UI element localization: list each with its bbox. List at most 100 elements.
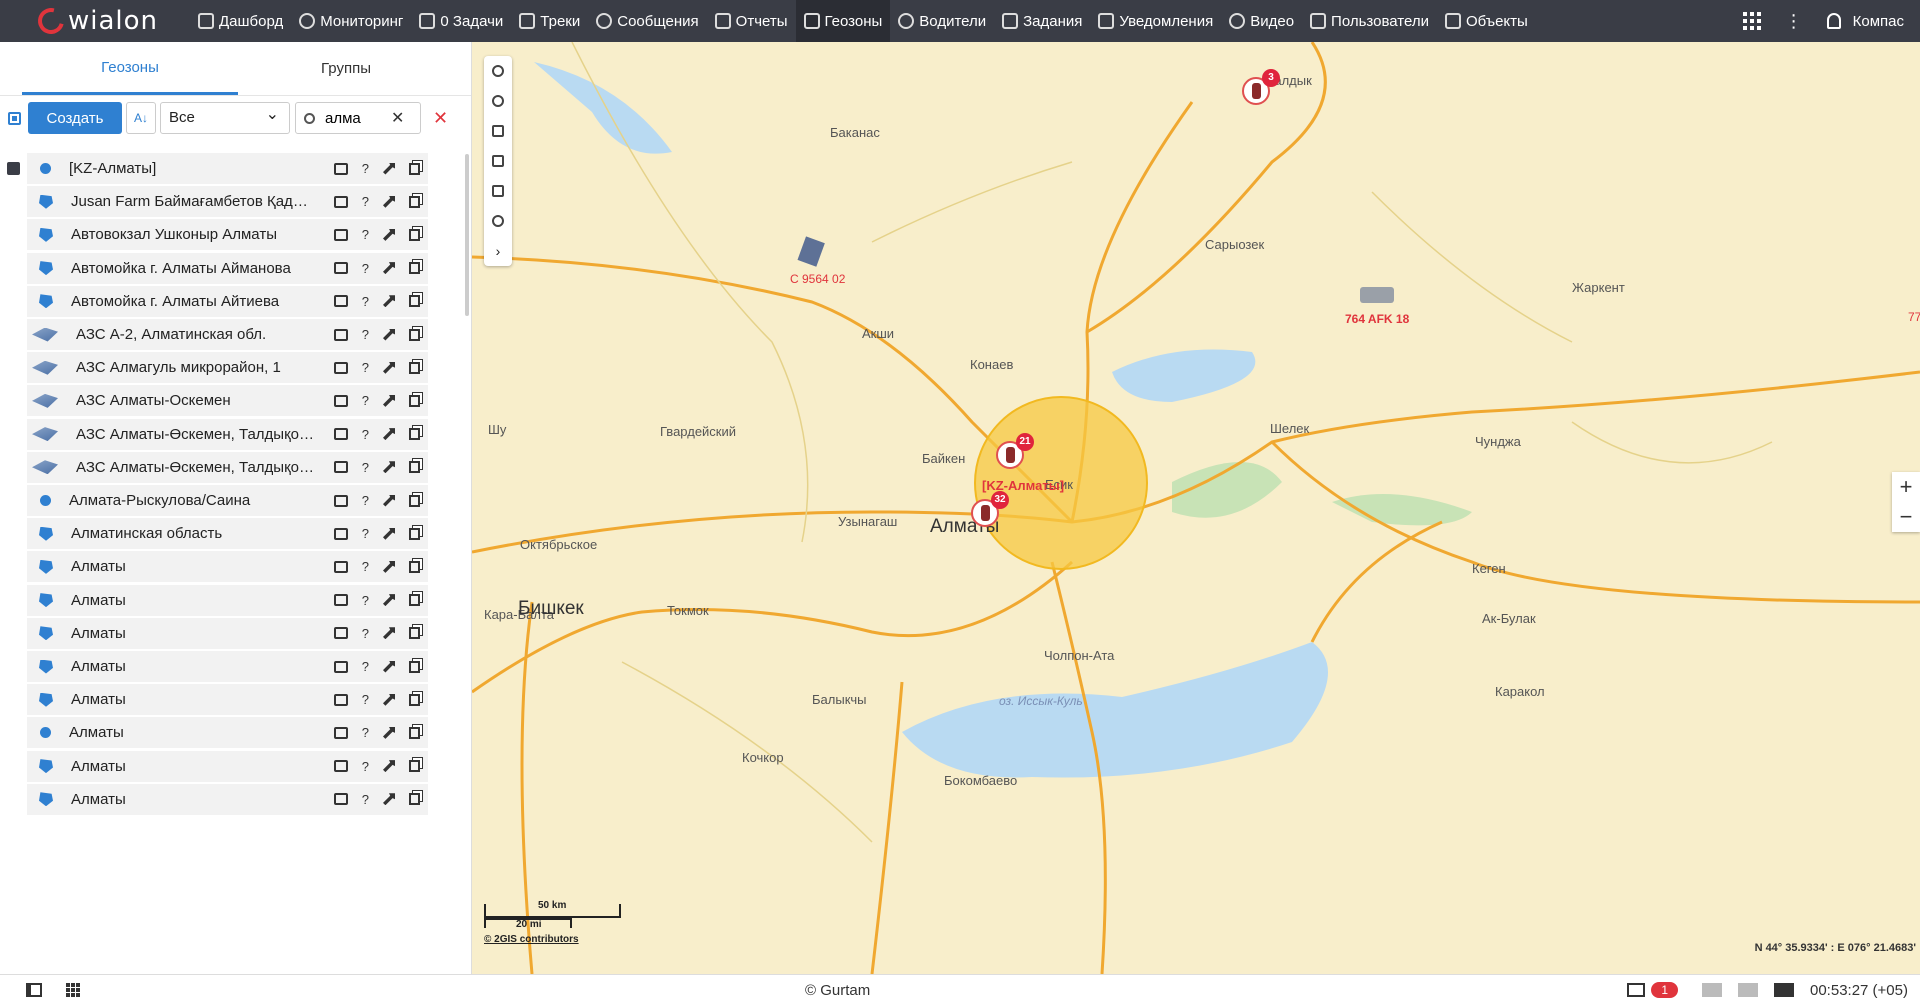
geofence-row-body[interactable]: Jusan Farm Баймағамбетов Қадыржан? bbox=[27, 186, 428, 218]
wrench-icon[interactable] bbox=[383, 262, 395, 275]
help-icon[interactable]: ? bbox=[362, 559, 369, 574]
nav-item-0[interactable]: Дашборд bbox=[190, 0, 291, 42]
nav-item-9[interactable]: Уведомления bbox=[1090, 0, 1221, 42]
geofence-row-body[interactable]: Алматинская область? bbox=[27, 518, 428, 550]
sessions-icon[interactable] bbox=[1774, 983, 1794, 997]
tab-groups[interactable]: Группы bbox=[238, 42, 454, 95]
copy-icon[interactable] bbox=[409, 726, 420, 739]
geofence-row-body[interactable]: Алматы? bbox=[27, 684, 428, 716]
visibility-button[interactable] bbox=[484, 86, 512, 116]
bus-icon[interactable] bbox=[333, 693, 348, 706]
map-search-button[interactable] bbox=[484, 56, 512, 86]
copy-icon[interactable] bbox=[409, 527, 420, 540]
wialon-logo[interactable]: wialon bbox=[0, 0, 190, 42]
nav-item-3[interactable]: Треки bbox=[511, 0, 588, 42]
geofence-row-body[interactable]: АЗС Алматы-Өскемен, Талдықорған? bbox=[27, 418, 428, 450]
wrench-icon[interactable] bbox=[383, 328, 395, 341]
geofence-row[interactable]: Алматы? bbox=[0, 550, 462, 583]
copy-icon[interactable] bbox=[409, 494, 420, 507]
bus-icon[interactable] bbox=[333, 162, 348, 175]
route-button[interactable] bbox=[484, 176, 512, 206]
geofence-row[interactable]: Автомойка г. Алматы Айманова? bbox=[0, 252, 462, 285]
help-icon[interactable]: ? bbox=[362, 759, 369, 774]
points-button[interactable] bbox=[484, 206, 512, 236]
copy-icon[interactable] bbox=[409, 660, 420, 673]
geofence-row[interactable]: Алматы? bbox=[0, 783, 462, 816]
copy-icon[interactable] bbox=[409, 228, 420, 241]
nav-item-1[interactable]: Мониторинг bbox=[291, 0, 411, 42]
wrench-icon[interactable] bbox=[383, 428, 395, 441]
nav-item-2[interactable]: 0 Задачи bbox=[411, 0, 511, 42]
copy-icon[interactable] bbox=[409, 693, 420, 706]
geofence-row-body[interactable]: Автомойка г. Алматы Айтиева? bbox=[27, 285, 428, 317]
bus-icon[interactable] bbox=[333, 328, 348, 341]
copy-icon[interactable] bbox=[409, 262, 420, 275]
wrench-icon[interactable] bbox=[383, 594, 395, 607]
help-icon[interactable]: ? bbox=[362, 360, 369, 375]
geofence-row-body[interactable]: АЗС Алматы-Өскемен, Талдықорған 2? bbox=[27, 451, 428, 483]
geofence-row-body[interactable]: Автомойка г. Алматы Айманова? bbox=[27, 252, 428, 284]
geofence-row[interactable]: Автовокзал Ушконыр Алматы? bbox=[0, 218, 462, 251]
unit-label-764afk18[interactable]: 764 AFK 18 bbox=[1345, 312, 1409, 326]
row-checkbox[interactable] bbox=[7, 162, 20, 175]
help-icon[interactable]: ? bbox=[362, 593, 369, 608]
sort-button[interactable]: A↓ bbox=[126, 102, 156, 134]
help-icon[interactable]: ? bbox=[362, 227, 369, 242]
layout-toggle-icon[interactable] bbox=[26, 983, 42, 997]
unit-cluster-marker[interactable]: 32 bbox=[971, 491, 1009, 527]
wrench-icon[interactable] bbox=[383, 461, 395, 474]
help-icon[interactable]: ? bbox=[362, 194, 369, 209]
nav-item-10[interactable]: Видео bbox=[1221, 0, 1302, 42]
bus-icon[interactable] bbox=[333, 726, 348, 739]
help-icon[interactable]: ? bbox=[362, 161, 369, 176]
geofence-row[interactable]: Алматы? bbox=[0, 650, 462, 683]
geofence-row[interactable]: АЗС Алматы-Оскемен? bbox=[0, 384, 462, 417]
map-view[interactable]: Талдык Баканас Сарыозек Жаркент Акши Конаев Гв… bbox=[472, 42, 1920, 974]
bus-icon[interactable] bbox=[333, 394, 348, 407]
mail-icon[interactable] bbox=[1702, 983, 1722, 997]
wrench-icon[interactable] bbox=[383, 560, 395, 573]
geofence-row[interactable]: Автомойка г. Алматы Айтиева? bbox=[0, 285, 462, 318]
geofence-row-body[interactable]: АЗС Алматы-Оскемен? bbox=[27, 385, 428, 417]
map-attribution-link[interactable]: © 2GIS contributors bbox=[484, 934, 621, 945]
geofence-row[interactable]: Jusan Farm Баймағамбетов Қадыржан? bbox=[0, 185, 462, 218]
wrench-icon[interactable] bbox=[383, 693, 395, 706]
wrench-icon[interactable] bbox=[383, 295, 395, 308]
geofence-row[interactable]: Алматы? bbox=[0, 750, 462, 783]
geofence-row-body[interactable]: Алматы? bbox=[27, 584, 428, 616]
geofence-row[interactable]: Алматинская область? bbox=[0, 517, 462, 550]
wrench-icon[interactable] bbox=[383, 527, 395, 540]
nav-item-12[interactable]: Объекты bbox=[1437, 0, 1536, 42]
filter-select[interactable]: Все bbox=[160, 100, 290, 134]
bus-icon[interactable] bbox=[333, 262, 348, 275]
clear-search-icon[interactable]: ✕ bbox=[391, 108, 404, 128]
more-menu-icon[interactable]: ⋮ bbox=[1785, 11, 1803, 32]
help-icon[interactable]: ? bbox=[362, 659, 369, 674]
bus-icon[interactable] bbox=[333, 295, 348, 308]
bus-icon[interactable] bbox=[333, 461, 348, 474]
help-icon[interactable]: ? bbox=[362, 626, 369, 641]
help-icon[interactable]: ? bbox=[362, 725, 369, 740]
geofence-row-body[interactable]: Алмата-Рыскулова/Саина? bbox=[27, 485, 428, 516]
search-input[interactable] bbox=[325, 109, 391, 127]
wrench-icon[interactable] bbox=[383, 793, 395, 806]
geofence-row[interactable]: АЗС Алматы-Өскемен, Талдықорған? bbox=[0, 418, 462, 451]
geofence-row[interactable]: Алматы? bbox=[0, 683, 462, 716]
nav-item-5[interactable]: Отчеты bbox=[707, 0, 796, 42]
grid-view-icon[interactable] bbox=[66, 982, 81, 998]
nav-item-11[interactable]: Пользователи bbox=[1302, 0, 1437, 42]
wrench-icon[interactable] bbox=[383, 394, 395, 407]
geofence-row-body[interactable]: Алматы? bbox=[27, 750, 428, 782]
bus-icon[interactable] bbox=[333, 428, 348, 441]
unit-label-77[interactable]: 77 bbox=[1908, 310, 1920, 324]
copy-icon[interactable] bbox=[409, 461, 420, 474]
wrench-icon[interactable] bbox=[383, 361, 395, 374]
geofence-row[interactable]: АЗС Алматы-Өскемен, Талдықорған 2? bbox=[0, 451, 462, 484]
geofence-row-body[interactable]: Алматы? bbox=[27, 783, 428, 815]
geofence-row-body[interactable]: [KZ-Алматы]? bbox=[27, 153, 428, 184]
bus-icon[interactable] bbox=[333, 760, 348, 773]
tab-geofences[interactable]: Геозоны bbox=[22, 42, 238, 95]
copy-icon[interactable] bbox=[409, 793, 420, 806]
copy-icon[interactable] bbox=[409, 428, 420, 441]
bus-icon[interactable] bbox=[333, 494, 348, 507]
